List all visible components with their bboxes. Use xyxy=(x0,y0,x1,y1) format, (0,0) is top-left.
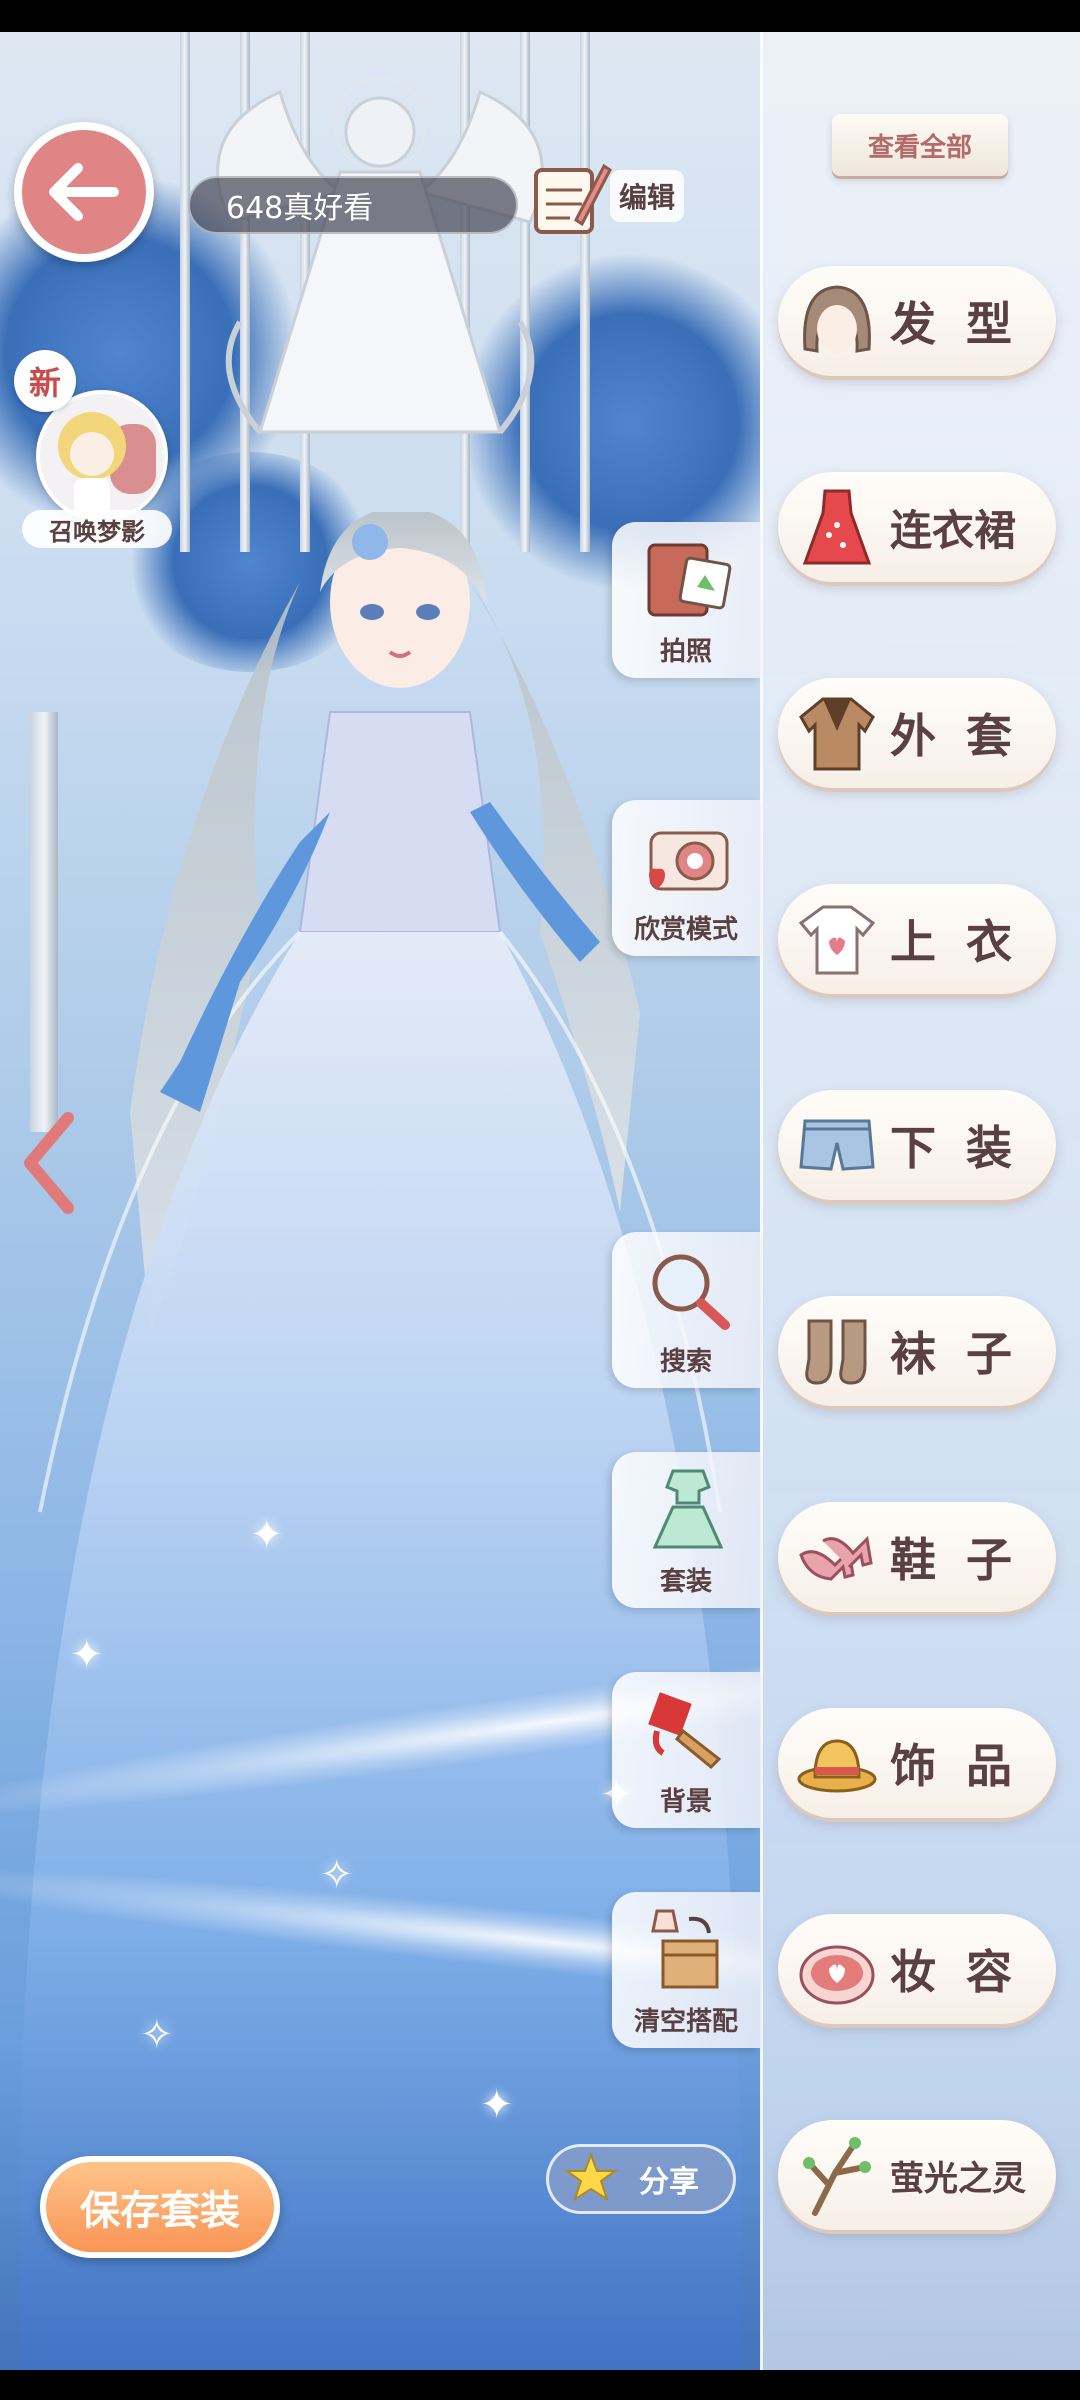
view-all-button[interactable]: 查看全部 xyxy=(832,114,1008,176)
photo-button[interactable]: 拍照 xyxy=(612,522,760,678)
save-outfit-button[interactable]: 保存套装 xyxy=(40,2156,280,2258)
chevron-left-icon xyxy=(24,1112,74,1214)
summon-dream-shadow-button[interactable]: 新 召唤梦影 xyxy=(14,350,174,550)
makeup-icon xyxy=(792,1924,882,2014)
clear-box-icon xyxy=(640,1906,736,1992)
category-firefly-spirit-label: 萤光之灵 xyxy=(890,2158,1026,2199)
star-hand-icon xyxy=(563,2152,619,2202)
category-socks[interactable]: 袜子 xyxy=(778,1296,1056,1406)
notepad-pencil-icon xyxy=(534,163,612,234)
category-bottoms[interactable]: 下装 xyxy=(778,1090,1056,1200)
category-accessories-label: 饰品 xyxy=(890,1739,1042,1793)
category-hair-label: 发型 xyxy=(890,297,1042,351)
new-badge: 新 xyxy=(14,350,76,412)
category-coat[interactable]: 外套 xyxy=(778,678,1056,788)
outfit-set-icon xyxy=(640,1466,736,1552)
category-makeup[interactable]: 妆容 xyxy=(778,1914,1056,2024)
category-bottoms-label: 下装 xyxy=(890,1121,1042,1175)
outfit-set-label: 套装 xyxy=(659,1567,712,1597)
paint-brush-icon xyxy=(640,1686,736,1772)
shorts-icon xyxy=(792,1100,882,1190)
outfit-name-text: 648真好看 xyxy=(226,191,374,226)
hat-icon xyxy=(792,1718,882,1808)
category-shoes-label: 鞋子 xyxy=(890,1533,1042,1587)
princess-character xyxy=(18,512,742,2370)
outfit-set-button[interactable]: 套装 xyxy=(612,1452,760,1608)
share-label: 分享 xyxy=(639,2165,699,2200)
hair-icon xyxy=(792,276,882,366)
shoes-icon xyxy=(792,1512,882,1602)
category-top-label: 上衣 xyxy=(890,915,1042,969)
search-label: 搜索 xyxy=(659,1347,712,1377)
status-bar xyxy=(0,0,1080,32)
clear-outfit-label: 清空搭配 xyxy=(633,2007,738,2037)
back-button[interactable] xyxy=(14,122,154,262)
category-firefly-spirit[interactable]: 萤光之灵 xyxy=(778,2120,1056,2230)
search-button[interactable]: 搜索 xyxy=(612,1232,760,1388)
chibi-characters-icon xyxy=(58,412,156,518)
photo-label: 拍照 xyxy=(659,637,712,667)
category-hair[interactable]: 发型 xyxy=(778,266,1056,376)
summon-label: 召唤梦影 xyxy=(22,510,172,548)
coat-icon xyxy=(792,688,882,778)
dress-icon xyxy=(792,482,882,572)
branch-icon xyxy=(792,2130,882,2220)
category-coat-label: 外套 xyxy=(890,709,1042,763)
category-socks-label: 袜子 xyxy=(890,1327,1042,1381)
camera-icon xyxy=(640,814,736,900)
magnifier-icon xyxy=(640,1246,736,1332)
outfit-name-field[interactable]: 648真好看 xyxy=(188,176,518,234)
game-screen: ✦ ✦ ✧ ✦ ✧ ✦ 648真好看 编辑 xyxy=(0,0,1080,2400)
category-dress[interactable]: 连衣裙 xyxy=(778,472,1056,582)
category-shoes[interactable]: 鞋子 xyxy=(778,1502,1056,1612)
edit-button[interactable]: 编辑 xyxy=(530,160,690,238)
category-top[interactable]: 上衣 xyxy=(778,884,1056,994)
navigation-bar xyxy=(0,2370,1080,2400)
category-makeup-label: 妆容 xyxy=(890,1945,1042,1999)
photo-album-icon xyxy=(640,536,736,622)
edit-label: 编辑 xyxy=(610,170,684,222)
previous-arrow-button[interactable] xyxy=(18,1108,78,1218)
socks-icon xyxy=(792,1306,882,1396)
appreciation-mode-label: 欣赏模式 xyxy=(633,915,738,945)
background-button[interactable]: 背景 xyxy=(612,1672,760,1828)
angel-statue xyxy=(216,76,544,434)
category-dress-label: 连衣裙 xyxy=(890,505,1017,555)
share-button[interactable]: 分享 xyxy=(546,2144,736,2214)
clear-outfit-button[interactable]: 清空搭配 xyxy=(612,1892,760,2048)
back-arrow-icon xyxy=(49,163,119,221)
background-label: 背景 xyxy=(659,1787,712,1817)
appreciation-mode-button[interactable]: 欣赏模式 xyxy=(612,800,760,956)
category-accessories[interactable]: 饰品 xyxy=(778,1708,1056,1818)
shirt-icon xyxy=(792,894,882,984)
